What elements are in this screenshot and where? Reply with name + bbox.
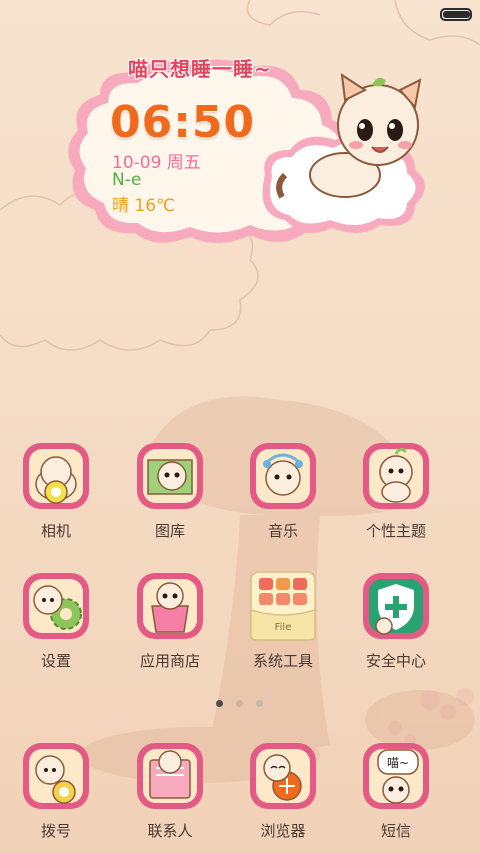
- messages-bubble-text: 喵~: [387, 756, 409, 770]
- app-label: 图库: [154, 522, 185, 540]
- app-label: 应用商店: [139, 652, 200, 670]
- settings-gear-icon: [23, 573, 89, 639]
- app-label: 个性主题: [365, 522, 426, 540]
- dock-browser[interactable]: 浏览器: [233, 740, 333, 852]
- app-label: 音乐: [267, 522, 298, 540]
- clock-weather-widget[interactable]: 喵只想睡一睡~ 06:50 10-09 周五 N-e 晴 16℃: [60, 55, 430, 245]
- app-music[interactable]: 音乐: [233, 440, 333, 552]
- app-store[interactable]: 应用商店: [120, 570, 220, 682]
- page-dot[interactable]: [216, 700, 223, 707]
- security-shield-icon: [363, 573, 429, 639]
- app-system-tools[interactable]: File 系统工具: [233, 570, 333, 682]
- page-dot[interactable]: [236, 700, 243, 707]
- app-label: 短信: [380, 822, 411, 840]
- weather-info: 晴 16℃: [112, 196, 176, 216]
- app-label: 设置: [40, 652, 71, 670]
- app-label: 拨号: [40, 822, 71, 840]
- app-security-center[interactable]: 安全中心: [346, 570, 446, 682]
- camera-icon: [23, 443, 89, 509]
- battery-level-fill: [443, 11, 470, 18]
- dock-messages[interactable]: 喵~ 短信: [346, 740, 446, 852]
- music-icon: [250, 443, 316, 509]
- app-label: 安全中心: [365, 652, 426, 670]
- browser-icon: [250, 743, 316, 809]
- system-tools-folder-icon: File: [250, 571, 316, 641]
- app-label: 联系人: [147, 822, 193, 840]
- phone-dialer-icon: [23, 743, 89, 809]
- battery-icon: [440, 8, 472, 21]
- app-gallery[interactable]: 图库: [120, 440, 220, 552]
- tools-folder-text: File: [275, 622, 292, 633]
- network-operator: N-e: [112, 170, 142, 190]
- app-store-bag-icon: [137, 573, 203, 639]
- app-settings[interactable]: 设置: [6, 570, 106, 682]
- gallery-icon: [137, 443, 203, 509]
- page-indicator[interactable]: [216, 700, 266, 710]
- messages-icon: 喵~: [363, 743, 429, 809]
- dock-contacts[interactable]: 联系人: [120, 740, 220, 852]
- dock-phone[interactable]: 拨号: [6, 740, 106, 852]
- clock-time: 06:50: [110, 97, 256, 148]
- page-dot[interactable]: [256, 700, 263, 707]
- status-bar: [0, 0, 480, 28]
- contacts-book-icon: [137, 743, 203, 809]
- themes-icon: [363, 443, 429, 509]
- widget-slogan: 喵只想睡一睡~: [128, 57, 272, 81]
- app-label: 浏览器: [260, 822, 306, 840]
- app-camera[interactable]: 相机: [6, 440, 106, 552]
- app-label: 系统工具: [252, 652, 313, 670]
- app-label: 相机: [40, 522, 71, 540]
- app-themes[interactable]: 个性主题: [346, 440, 446, 552]
